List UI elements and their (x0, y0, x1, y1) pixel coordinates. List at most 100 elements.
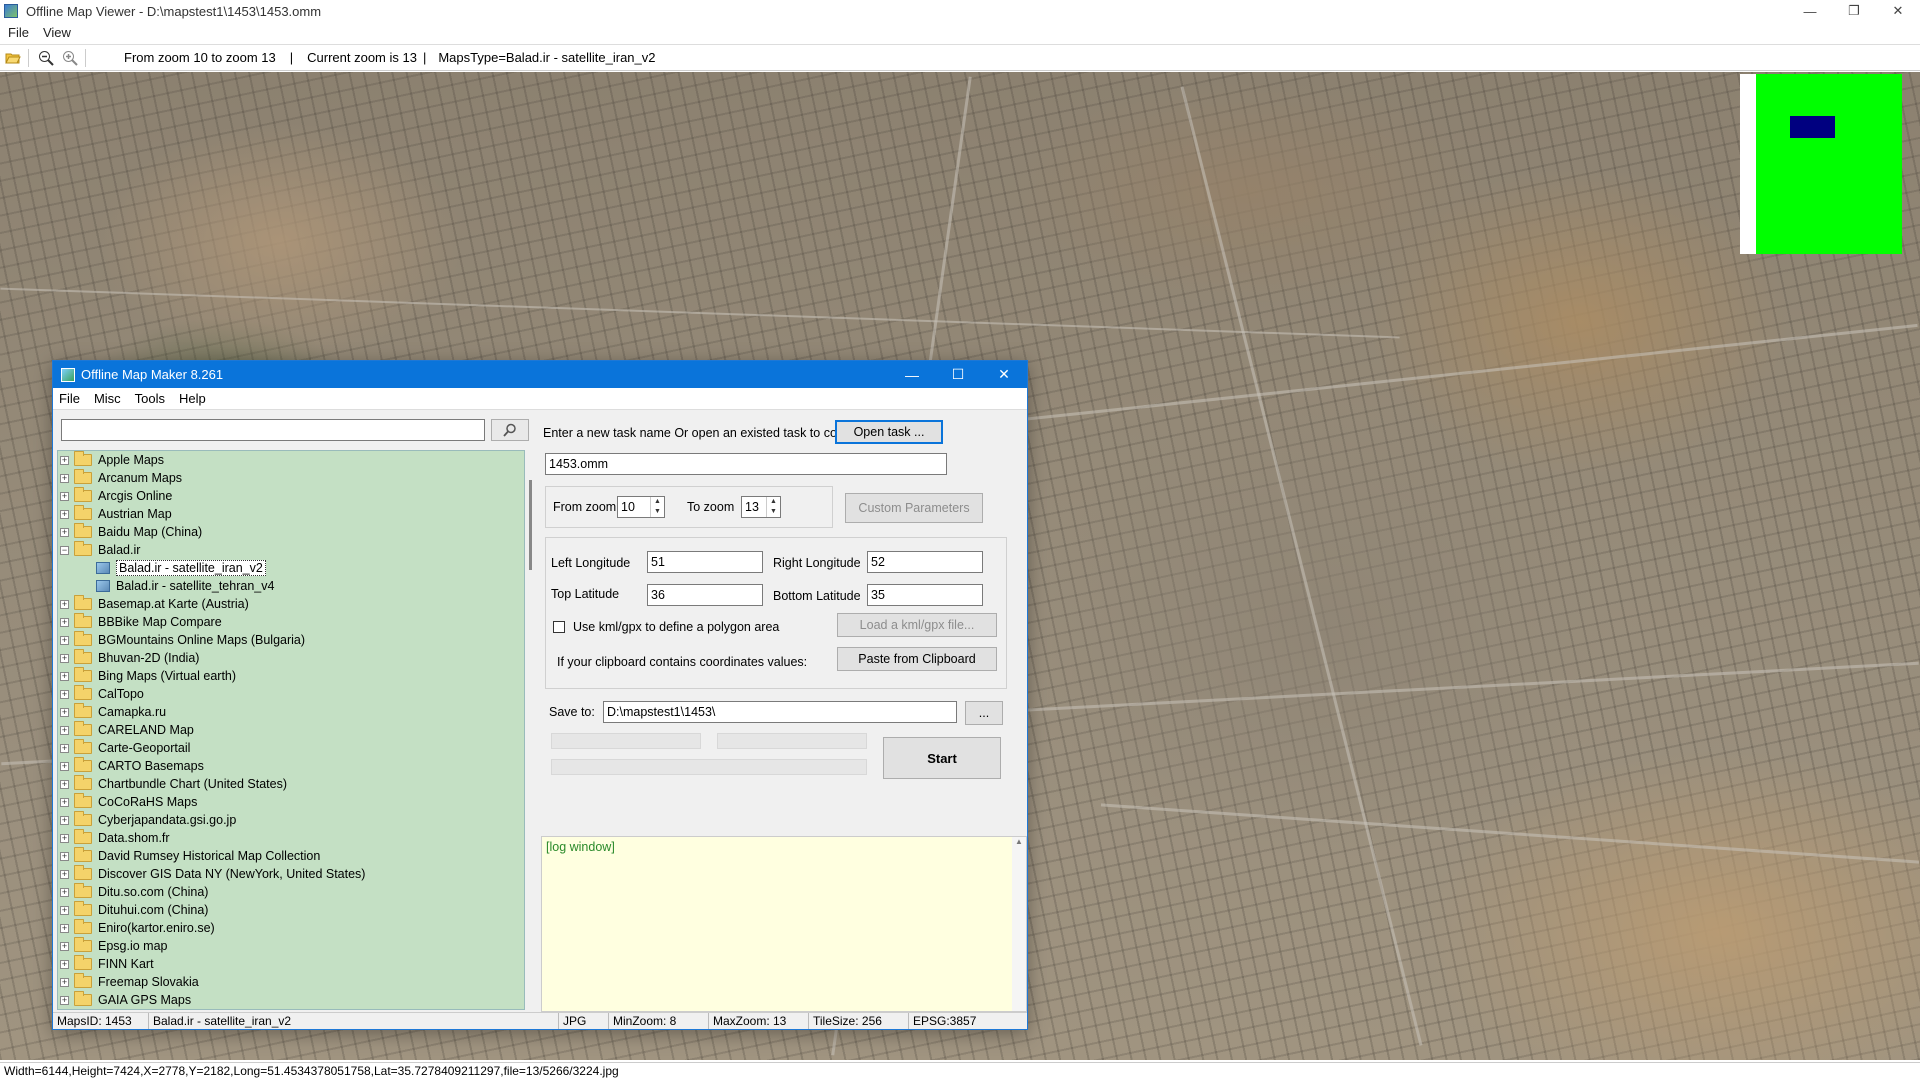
minimize-button[interactable]: — (1788, 0, 1832, 22)
map-search-input[interactable] (61, 419, 485, 441)
spin-down-icon[interactable]: ▼ (767, 507, 780, 517)
tree-node[interactable]: + Baidu Map (China) (58, 523, 524, 541)
task-name-input[interactable] (545, 453, 947, 475)
expand-icon[interactable]: + (60, 941, 69, 951)
expand-icon[interactable]: + (60, 725, 69, 735)
tree-node[interactable]: + GAIA GPS Maps (58, 991, 524, 1009)
custom-parameters-button[interactable]: Custom Parameters (845, 493, 983, 523)
expand-icon[interactable]: + (60, 851, 69, 861)
expand-icon[interactable]: + (60, 509, 69, 519)
expand-icon[interactable]: + (60, 617, 69, 627)
dialog-menu-file[interactable]: File (59, 391, 80, 406)
expand-icon[interactable]: + (60, 869, 69, 879)
tree-node[interactable]: + Eniro(kartor.eniro.se) (58, 919, 524, 937)
tree-node[interactable]: + Cyberjapandata.gsi.go.jp (58, 811, 524, 829)
dialog-maximize-button[interactable]: ☐ (935, 361, 981, 388)
dialog-minimize-button[interactable]: — (889, 361, 935, 388)
dialog-menu-misc[interactable]: Misc (94, 391, 121, 406)
expand-icon[interactable]: + (60, 635, 69, 645)
expand-icon[interactable]: + (60, 815, 69, 825)
spin-up-icon[interactable]: ▲ (767, 497, 780, 507)
spin-down-icon[interactable]: ▼ (651, 507, 664, 517)
tree-node[interactable]: + CalTopo (58, 685, 524, 703)
from-zoom-spinner[interactable]: 10 ▲ ▼ (617, 496, 665, 518)
top-latitude-input[interactable] (647, 584, 763, 606)
tree-leaf[interactable]: Balad.ir - satellite_iran_v2 (58, 559, 524, 577)
expand-icon[interactable]: + (60, 887, 69, 897)
tree-node[interactable]: + Dituhui.com (China) (58, 901, 524, 919)
tree-node[interactable]: + Carte-Geoportail (58, 739, 524, 757)
tree-node[interactable]: + Ditu.so.com (China) (58, 883, 524, 901)
expand-icon[interactable]: + (60, 455, 69, 465)
tree-node[interactable]: + Data.shom.fr (58, 829, 524, 847)
expand-icon[interactable]: + (60, 689, 69, 699)
close-button[interactable]: ✕ (1876, 0, 1920, 22)
tree-node[interactable]: + Bing Maps (Virtual earth) (58, 667, 524, 685)
left-longitude-input[interactable] (647, 551, 763, 573)
expand-icon[interactable]: + (60, 473, 69, 483)
tree-node[interactable]: + BBBike Map Compare (58, 613, 524, 631)
paste-clipboard-button[interactable]: Paste from Clipboard (837, 647, 997, 671)
tree-node[interactable]: + Freemap Slovakia (58, 973, 524, 991)
minimap-viewport[interactable] (1790, 116, 1835, 138)
log-window[interactable]: [log window] ▲ (541, 836, 1027, 1012)
spin-up-icon[interactable]: ▲ (651, 497, 664, 507)
load-kml-button[interactable]: Load a kml/gpx file... (837, 613, 997, 637)
tree-node[interactable]: + CoCoRaHS Maps (58, 793, 524, 811)
log-scrollbar[interactable]: ▲ (1012, 837, 1026, 1011)
right-longitude-input[interactable] (867, 551, 983, 573)
tree-node[interactable]: + FINN Kart (58, 955, 524, 973)
overview-minimap[interactable] (1740, 74, 1902, 254)
expand-icon[interactable]: + (60, 761, 69, 771)
start-button[interactable]: Start (883, 737, 1001, 779)
zoom-in-icon[interactable] (59, 47, 81, 69)
tree-node[interactable]: − Balad.ir (58, 541, 524, 559)
tree-node[interactable]: + Camapka.ru (58, 703, 524, 721)
tree-node[interactable]: + BGMountains Online Maps (Bulgaria) (58, 631, 524, 649)
tree-node[interactable]: + Basemap.at Karte (Austria) (58, 595, 524, 613)
restore-button[interactable]: ❐ (1832, 0, 1876, 22)
bottom-latitude-input[interactable] (867, 584, 983, 606)
expand-icon[interactable]: + (60, 959, 69, 969)
expand-icon[interactable]: + (60, 923, 69, 933)
tree-node[interactable]: + Apple Maps (58, 451, 524, 469)
dialog-menu-help[interactable]: Help (179, 391, 206, 406)
expand-icon[interactable]: + (60, 995, 69, 1005)
tree-node[interactable]: + CARTO Basemaps (58, 757, 524, 775)
tree-leaf[interactable]: Balad.ir - satellite_tehran_v4 (58, 577, 524, 595)
tree-node[interactable]: + Austrian Map (58, 505, 524, 523)
collapse-icon[interactable]: − (60, 545, 69, 555)
expand-icon[interactable]: + (60, 797, 69, 807)
expand-icon[interactable]: + (60, 707, 69, 717)
expand-icon[interactable]: + (60, 977, 69, 987)
open-task-button[interactable]: Open task ... (835, 420, 943, 444)
map-source-tree[interactable]: + Apple Maps + Arcanum Maps + Arcgis Online + A… (57, 450, 525, 1010)
tree-node[interactable]: + Epsg.io map (58, 937, 524, 955)
tree-node[interactable]: + Arcanum Maps (58, 469, 524, 487)
tree-node[interactable]: + Discover GIS Data NY (NewYork, United S… (58, 865, 524, 883)
to-zoom-spinner[interactable]: 13 ▲ ▼ (741, 496, 781, 518)
save-path-input[interactable] (603, 701, 957, 723)
menu-file[interactable]: File (8, 25, 29, 40)
expand-icon[interactable]: + (60, 653, 69, 663)
tree-node[interactable]: + David Rumsey Historical Map Collection (58, 847, 524, 865)
expand-icon[interactable]: + (60, 779, 69, 789)
expand-icon[interactable]: + (60, 527, 69, 537)
expand-icon[interactable]: + (60, 599, 69, 609)
search-button[interactable] (491, 419, 529, 441)
menu-view[interactable]: View (43, 25, 71, 40)
expand-icon[interactable]: + (60, 833, 69, 843)
expand-icon[interactable]: + (60, 671, 69, 681)
expand-icon[interactable]: + (60, 491, 69, 501)
dialog-close-button[interactable]: ✕ (981, 361, 1027, 388)
open-folder-icon[interactable] (2, 47, 24, 69)
expand-icon[interactable]: + (60, 905, 69, 915)
tree-node[interactable]: + CARELAND Map (58, 721, 524, 739)
zoom-out-icon[interactable] (35, 47, 57, 69)
use-kml-checkbox[interactable] (553, 621, 565, 633)
tree-node[interactable]: + Chartbundle Chart (United States) (58, 775, 524, 793)
expand-icon[interactable]: + (60, 743, 69, 753)
tree-node[interactable]: + Arcgis Online (58, 487, 524, 505)
browse-button[interactable]: ... (965, 701, 1003, 725)
dialog-menu-tools[interactable]: Tools (135, 391, 165, 406)
